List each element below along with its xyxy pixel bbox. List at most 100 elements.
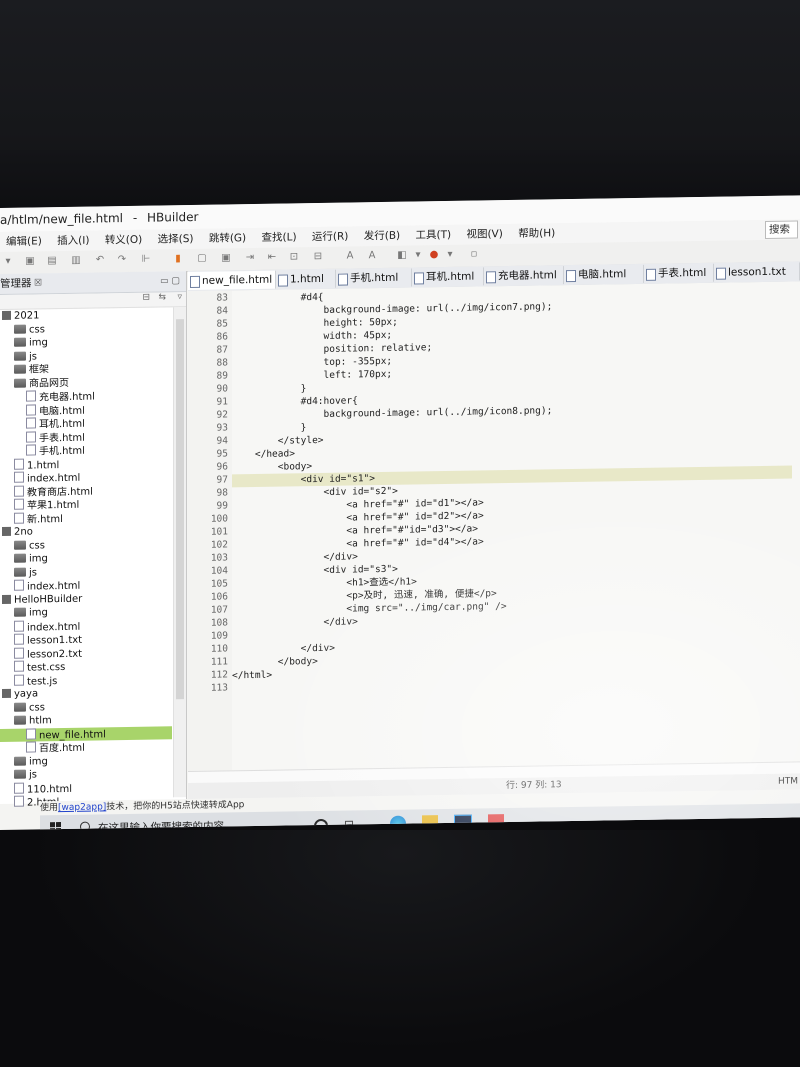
menu-edit[interactable]: 编辑(E) [0, 231, 48, 252]
photoshop-icon[interactable] [454, 814, 472, 830]
code-line[interactable]: left: 170px; [232, 368, 393, 384]
file-explorer-icon[interactable] [422, 815, 438, 830]
bookmark-icon[interactable]: ▮ [172, 253, 184, 265]
folder-icon [14, 553, 26, 563]
code-line[interactable]: </body> [232, 655, 318, 669]
tip-suffix: 技术，把你的H5站点快速转成App [106, 800, 245, 813]
menu-select[interactable]: 选择(S) [152, 229, 200, 250]
editor-tab[interactable]: lesson1.txt [714, 262, 800, 282]
edge-icon[interactable] [390, 815, 406, 830]
cortana-icon[interactable] [314, 818, 328, 830]
tree-item-label: css [29, 323, 45, 336]
code-line[interactable]: <div id="s1"> [232, 465, 792, 488]
windows-start-icon[interactable] [50, 822, 62, 830]
editor-tab[interactable]: 手机.html [336, 268, 412, 288]
menu-view[interactable]: 视图(V) [460, 224, 508, 245]
menu-escape[interactable]: 转义(O) [99, 230, 148, 251]
tree-item-label: js [29, 350, 37, 363]
code-editor[interactable]: 83 84 85 86 87 88 89 90 91 92 93 94 95 96 97 98 99 100 101… [188, 281, 800, 772]
info-icon[interactable]: ▫ [468, 248, 480, 260]
editor-tab[interactable]: 电脑.html [564, 264, 644, 285]
code-line[interactable]: </style> [232, 434, 324, 448]
line-number: 94 [216, 435, 228, 447]
split-icon[interactable]: ⊟ [312, 251, 324, 263]
copy-icon[interactable]: ▥ [70, 255, 82, 267]
folder-icon [14, 540, 26, 550]
file-icon [26, 403, 36, 416]
tree-item-label: 苹果1.html [27, 499, 80, 512]
collapse-all-icon[interactable]: ⊟ [142, 293, 150, 303]
file-icon [26, 390, 36, 402]
monitor-screen: a/htlm/new_file.html - HBuilder 编辑(E) 插入… [0, 195, 800, 830]
wap2app-link[interactable]: [wap2app] [58, 802, 106, 813]
browser-icon[interactable]: ● [428, 249, 440, 261]
task-view-icon[interactable]: ⊟ [344, 816, 360, 830]
open-file-icon[interactable]: ▣ [220, 252, 232, 264]
font-bigger-icon[interactable]: A [344, 250, 356, 262]
view-menu-icon[interactable]: ▿ [177, 292, 182, 302]
hbuilder-icon[interactable] [488, 814, 504, 830]
code-line[interactable]: } [232, 382, 307, 396]
code-line[interactable]: } [232, 421, 307, 435]
save-all-icon[interactable]: ▤ [46, 255, 58, 267]
close-icon[interactable]: ☒ [34, 273, 42, 293]
tree-item-label: 电脑.html [39, 405, 85, 417]
menu-help[interactable]: 帮助(H) [512, 223, 561, 244]
menu-goto[interactable]: 跳转(G) [203, 228, 252, 249]
search-box[interactable]: 搜索 [765, 220, 798, 239]
tree-item-label: 耳机.html [39, 418, 85, 431]
editor-tab[interactable]: 充电器.html [484, 266, 564, 286]
language-mode[interactable]: HTM [778, 773, 798, 789]
font-smaller-icon[interactable]: A [366, 250, 378, 262]
save-icon[interactable]: ▣ [24, 255, 36, 267]
file-icon [338, 273, 348, 286]
line-number: 98 [216, 487, 228, 499]
tree-item-label: img [29, 337, 48, 349]
sidebar-scrollbar[interactable] [173, 307, 186, 798]
preview-dropdown-icon[interactable]: ▾ [412, 249, 424, 261]
tab-label: new_file.html [202, 273, 273, 287]
taskbar-search[interactable]: 在这里输入你要搜索的内容 [76, 816, 286, 830]
dropdown-icon[interactable]: ▾ [2, 256, 14, 268]
scrollbar-thumb[interactable] [176, 319, 184, 700]
editor-tab[interactable]: new_file.html [188, 270, 276, 291]
project-icon [2, 594, 11, 604]
menu-run[interactable]: 运行(R) [306, 226, 355, 247]
editor-tab[interactable]: 手表.html [644, 263, 714, 283]
file-icon [716, 267, 726, 280]
line-number: 104 [210, 565, 228, 577]
file-icon [14, 471, 24, 483]
browser-dropdown-icon[interactable]: ▾ [444, 249, 456, 261]
minimize-icon[interactable]: ▭ ▢ [160, 271, 180, 291]
wrap-icon[interactable]: ⊡ [288, 251, 300, 263]
line-number: 101 [210, 526, 228, 538]
outdent-icon[interactable]: ⇤ [266, 252, 278, 264]
format-icon[interactable]: ⊩ [140, 254, 152, 266]
menu-insert[interactable]: 插入(I) [51, 231, 95, 252]
undo-icon[interactable]: ↶ [94, 254, 106, 266]
code-line[interactable]: </div> [232, 642, 335, 657]
code-line[interactable]: </div> [232, 615, 358, 630]
preview-icon[interactable]: ◧ [396, 250, 408, 262]
room-background-bottom [0, 830, 800, 1067]
file-icon [278, 274, 288, 287]
file-icon [14, 579, 24, 591]
line-number: 90 [216, 383, 228, 395]
line-number: 109 [210, 630, 228, 642]
editor-tab[interactable]: 1.html [276, 269, 336, 289]
menu-find[interactable]: 查找(L) [256, 227, 303, 248]
file-icon [14, 458, 24, 470]
code-line[interactable]: <body> [232, 460, 312, 474]
redo-icon[interactable]: ↷ [116, 254, 128, 266]
code-area[interactable]: #d4{ background-image: url(../img/icon7.… [232, 281, 800, 770]
code-line[interactable]: </head> [232, 447, 295, 461]
indent-icon[interactable]: ⇥ [244, 252, 256, 264]
menu-publish[interactable]: 发行(B) [358, 226, 406, 247]
menu-tools[interactable]: 工具(T) [410, 225, 458, 246]
link-editor-icon[interactable]: ⇆ [158, 292, 166, 302]
tree-item-label: 2no [14, 526, 33, 538]
editor-tab[interactable]: 耳机.html [412, 267, 484, 287]
line-gutter: 83 84 85 86 87 88 89 90 91 92 93 94 95 96 97 98 99 100 101… [188, 290, 232, 772]
code-line[interactable]: </html> [232, 669, 272, 683]
new-file-icon[interactable]: ▢ [196, 253, 208, 265]
